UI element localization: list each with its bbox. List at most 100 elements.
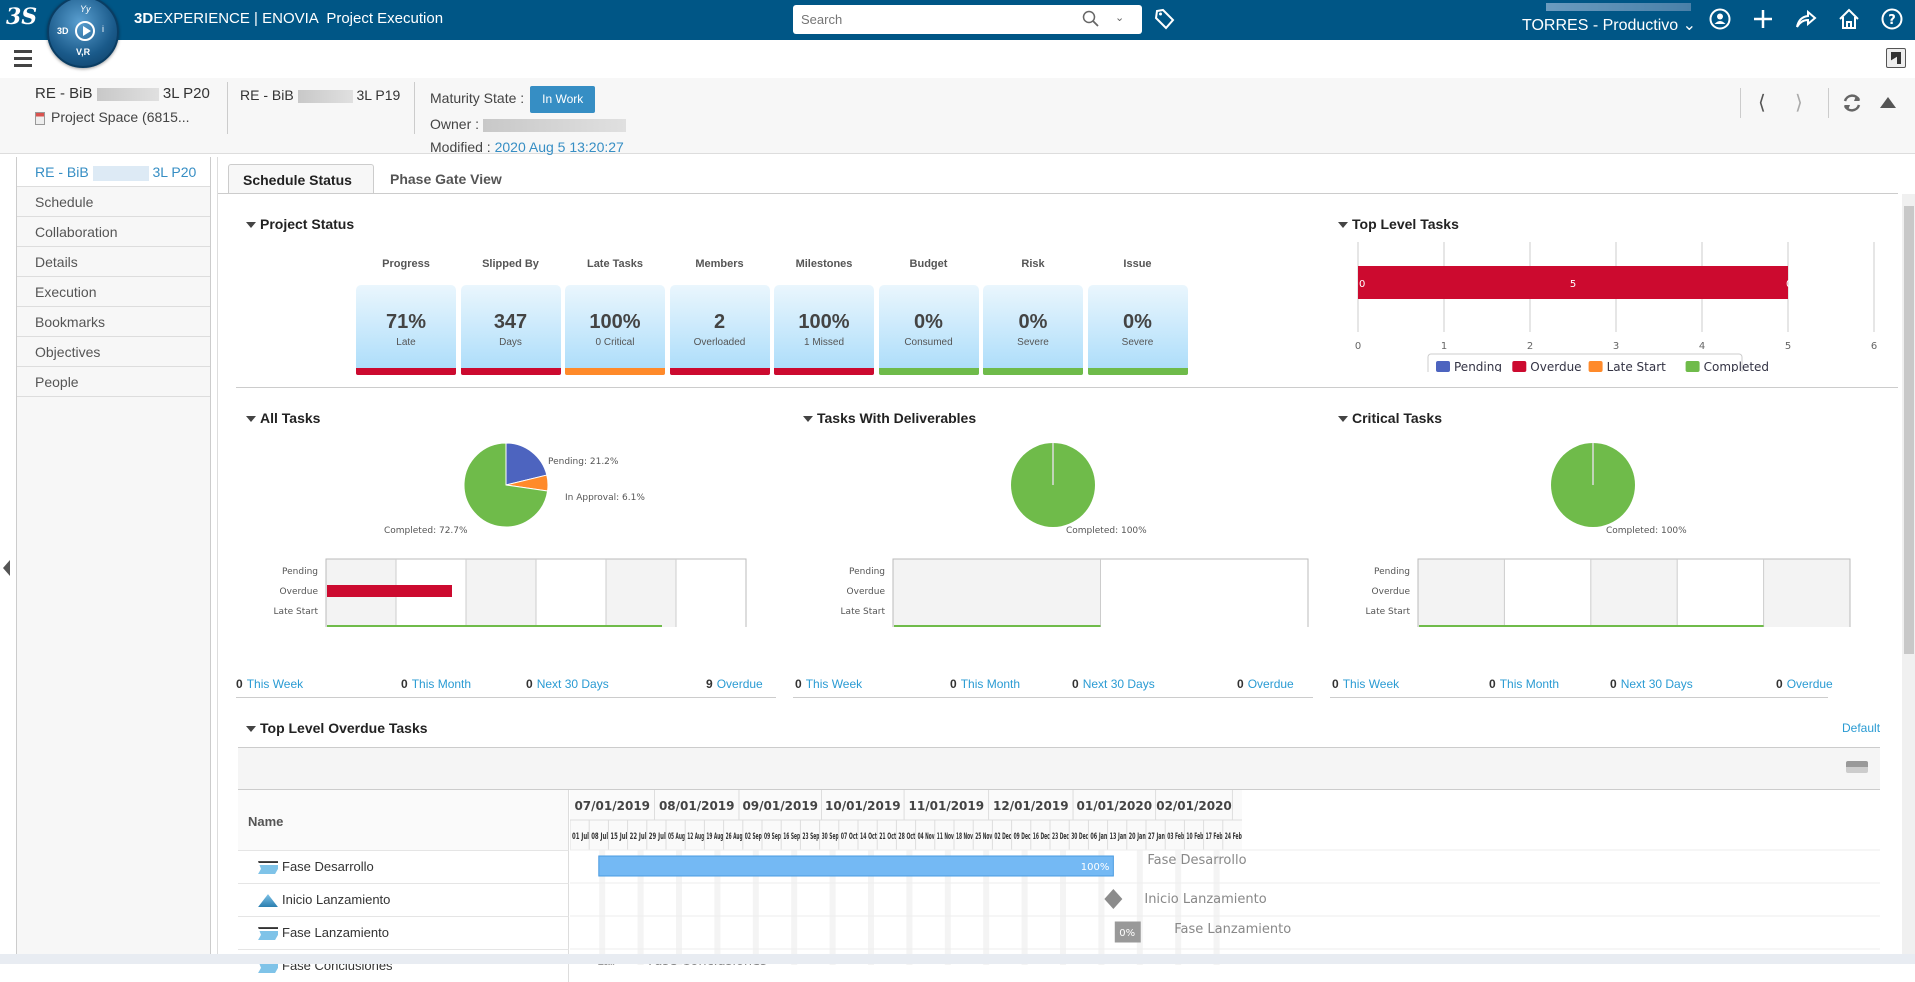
search-input[interactable]	[801, 10, 1061, 28]
count-link[interactable]: Overdue	[717, 677, 763, 691]
count-this-month[interactable]: 0 This Month	[950, 677, 1020, 691]
count-link[interactable]: This Week	[1343, 677, 1399, 691]
kpi-card-members[interactable]: 2 Overloaded	[669, 285, 770, 375]
count-this-month[interactable]: 0 This Month	[1489, 677, 1559, 691]
compass-east[interactable]: i	[102, 24, 104, 34]
critical-tasks-title[interactable]: Critical Tasks	[1338, 410, 1442, 426]
sidebar-item-schedule[interactable]: Schedule	[17, 187, 210, 217]
sidebar-item-project[interactable]: RE - BiB 3L P20	[17, 157, 210, 187]
search-options-chevron-icon[interactable]: ⌄	[1115, 11, 1124, 24]
count-this-week[interactable]: 0 This Week	[795, 677, 862, 691]
gantt-name-header[interactable]: Name	[238, 790, 569, 850]
tab-phase-gate-view[interactable]: Phase Gate View	[376, 164, 516, 193]
parent-object[interactable]: RE - BiB 3L P19	[240, 87, 400, 103]
week-stripe	[1136, 850, 1143, 965]
home-icon[interactable]	[1837, 7, 1861, 31]
kpi-card-risk[interactable]: 0% Severe	[983, 285, 1083, 375]
week-label: 27 Jan	[1148, 832, 1165, 842]
kpi-status-bar	[356, 368, 456, 375]
legend-label: Completed	[1704, 360, 1769, 372]
next-icon[interactable]: ⟩	[1795, 90, 1803, 115]
popout-icon[interactable]	[1886, 48, 1906, 68]
owner-label: Owner :	[430, 116, 480, 132]
week-label: 16 Dec	[1033, 832, 1050, 842]
help-icon[interactable]: ?	[1880, 7, 1904, 31]
count-this-month[interactable]: 0 This Month	[401, 677, 471, 691]
sidebar-item-people[interactable]: People	[17, 367, 210, 397]
sidebar-item-label: Details	[35, 254, 78, 270]
view-default-link[interactable]: Default	[1842, 721, 1880, 735]
week-label: 19 Aug	[706, 832, 723, 842]
count-link[interactable]: Next 30 Days	[1083, 677, 1155, 691]
compass-north[interactable]: Yy	[80, 4, 91, 14]
user-icon[interactable]	[1708, 7, 1732, 31]
tag-icon[interactable]	[1153, 8, 1177, 32]
kpi-card-budget[interactable]: 0% Consumed	[878, 285, 979, 375]
hamburger-menu-icon[interactable]	[14, 50, 32, 68]
share-icon[interactable]	[1794, 7, 1818, 31]
tenant-selector[interactable]: TORRES - Productivo ⌄	[1522, 15, 1696, 35]
sidebar-item-execution[interactable]: Execution	[17, 277, 210, 307]
kpi-card-progress[interactable]: 71% Late	[356, 285, 456, 375]
kpi-card-issue[interactable]: 0% Severe	[1087, 285, 1188, 375]
count-overdue[interactable]: 9 Overdue	[706, 677, 763, 691]
search-box[interactable]: ⌄	[793, 5, 1142, 34]
count-link[interactable]: This Month	[961, 677, 1020, 691]
pie-label: Completed: 72.7%	[384, 526, 468, 536]
bar-completed	[327, 625, 662, 627]
expand-panel-icon[interactable]	[3, 560, 10, 576]
count-overdue[interactable]: 0 Overdue	[1776, 677, 1833, 691]
count-overdue[interactable]: 0 Overdue	[1237, 677, 1294, 691]
count-next-30-days[interactable]: 0 Next 30 Days	[526, 677, 609, 691]
bar-completed	[894, 625, 1101, 627]
count-link[interactable]: This Month	[412, 677, 471, 691]
object-title-suffix: 3L P20	[162, 85, 210, 102]
sidebar-item-collaboration[interactable]: Collaboration	[17, 217, 210, 247]
all-tasks-title[interactable]: All Tasks	[246, 410, 320, 426]
compass-play-icon[interactable]	[75, 21, 95, 41]
sidebar-item-details[interactable]: Details	[17, 247, 210, 277]
compass-south[interactable]: V,R	[76, 47, 90, 57]
collapse-header-icon[interactable]	[1880, 95, 1896, 109]
count-this-week[interactable]: 0 This Week	[1332, 677, 1399, 691]
gantt-row[interactable]: Fase Desarrollo	[238, 850, 569, 883]
overdue-tasks-title[interactable]: Top Level Overdue Tasks	[246, 720, 428, 736]
modified-label: Modified :	[430, 139, 491, 155]
maturity-state-badge[interactable]: In Work	[530, 86, 596, 113]
count-link[interactable]: This Week	[247, 677, 303, 691]
sub-bar	[0, 40, 1915, 78]
count-link[interactable]: Overdue	[1248, 677, 1294, 691]
sidebar-item-label: Bookmarks	[35, 314, 106, 330]
count-link[interactable]: This Week	[806, 677, 862, 691]
count-link[interactable]: This Month	[1500, 677, 1559, 691]
refresh-icon[interactable]	[1841, 92, 1863, 114]
compass-west[interactable]: 3D	[57, 26, 69, 36]
kpi-card-milestones[interactable]: 100% 1 Missed	[774, 285, 874, 375]
top-level-tasks-title[interactable]: Top Level Tasks	[1338, 216, 1459, 232]
count-next-30-days[interactable]: 0 Next 30 Days	[1072, 677, 1155, 691]
sidebar-item-bookmarks[interactable]: Bookmarks	[17, 307, 210, 337]
data-label: 5	[1570, 279, 1576, 290]
gantt-row[interactable]: Fase Lanzamiento	[238, 916, 569, 949]
sidebar-item-objectives[interactable]: Objectives	[17, 337, 210, 367]
search-icon[interactable]	[1082, 10, 1100, 28]
kpi-label: Progress	[382, 258, 430, 270]
scrollbar-thumb[interactable]	[1904, 206, 1914, 654]
add-icon[interactable]	[1751, 7, 1775, 31]
count-link[interactable]: Next 30 Days	[537, 677, 609, 691]
count-this-week[interactable]: 0 This Week	[236, 677, 303, 691]
tasks-with-deliverables-title[interactable]: Tasks With Deliverables	[803, 410, 976, 426]
count-next-30-days[interactable]: 0 Next 30 Days	[1610, 677, 1693, 691]
project-status-title[interactable]: Project Status	[246, 216, 354, 232]
tab-schedule-status[interactable]: Schedule Status	[228, 164, 374, 193]
count-link[interactable]: Overdue	[1787, 677, 1833, 691]
kpi-status-bar	[460, 368, 561, 375]
critical-tasks-chart: Completed: 100%012345PendingOverdueLate …	[1366, 443, 1851, 627]
kpi-card-late-tasks[interactable]: 100% 0 Critical	[565, 285, 665, 375]
count-link[interactable]: Next 30 Days	[1621, 677, 1693, 691]
previous-icon[interactable]: ⟨	[1758, 90, 1766, 115]
kpi-card-slipped-by[interactable]: 347 Days	[460, 285, 561, 375]
vertical-scrollbar[interactable]: ▼	[1902, 194, 1915, 964]
gantt-settings-icon[interactable]	[1846, 761, 1868, 773]
gantt-row[interactable]: Inicio Lanzamiento	[238, 883, 569, 916]
